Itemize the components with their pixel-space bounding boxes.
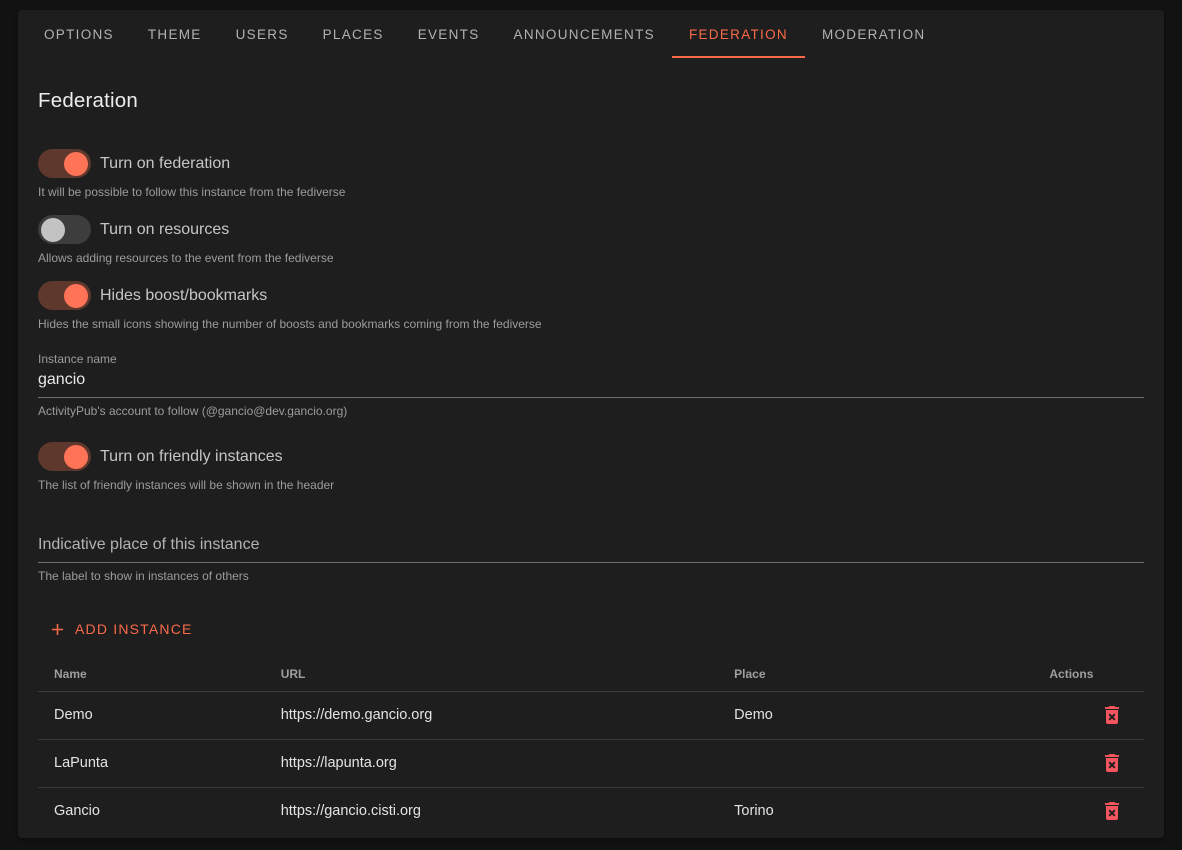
delete-instance-button[interactable] [1096,699,1128,731]
column-header-url: URL [265,657,718,691]
column-header-name: Name [38,657,265,691]
instance-place-field-wrap: The label to show in instances of others [38,530,1144,583]
hide-boosts-toggle[interactable] [38,281,91,310]
column-header-actions: Actions [1033,657,1144,691]
instance-name-field-wrap: Instance name ActivityPub's account to f… [38,352,1144,418]
federation-toggle-label[interactable]: Turn on federation [100,155,230,173]
admin-tabs: OPTIONS THEME USERS PLACES EVENTS ANNOUN… [18,10,1164,58]
delete-forever-icon [1100,751,1124,775]
federation-panel: Federation Turn on federation It will be… [18,89,1164,835]
instance-url-cell: https://lapunta.org [265,739,718,787]
hide-boosts-toggle-hint: Hides the small icons showing the number… [38,317,1144,331]
delete-instance-button[interactable] [1096,795,1128,827]
tab-events[interactable]: EVENTS [401,10,497,58]
instance-place-hint: The label to show in instances of others [38,569,1144,583]
tab-options[interactable]: OPTIONS [27,10,131,58]
tab-moderation[interactable]: MODERATION [805,10,943,58]
toggle-knob [64,152,88,176]
plus-icon [48,620,67,639]
table-row: LaPunta https://lapunta.org [38,739,1144,787]
hide-boosts-toggle-label[interactable]: Hides boost/bookmarks [100,287,267,305]
delete-forever-icon [1100,703,1124,727]
instance-name-hint: ActivityPub's account to follow (@gancio… [38,404,1144,418]
federation-toggle[interactable] [38,149,91,178]
resources-toggle[interactable] [38,215,91,244]
instance-name-cell: Demo [38,691,265,739]
instance-name-input[interactable] [38,369,1144,398]
instance-place-cell: Torino [718,787,1033,835]
instance-place-cell: Demo [718,691,1033,739]
page-title: Federation [38,89,1144,113]
resources-toggle-hint: Allows adding resources to the event fro… [38,251,1144,265]
add-instance-button[interactable]: ADD INSTANCE [38,611,203,647]
toggle-knob [64,284,88,308]
trusted-instances-table: Name URL Place Actions Demo https://demo… [38,657,1144,835]
tab-federation[interactable]: FEDERATION [672,10,805,58]
toggle-knob [64,445,88,469]
tab-theme[interactable]: THEME [131,10,219,58]
tab-users[interactable]: USERS [219,10,306,58]
setting-resources: Turn on resources Allows adding resource… [38,215,1144,265]
admin-panel-card: OPTIONS THEME USERS PLACES EVENTS ANNOUN… [18,10,1164,838]
instance-url-cell: https://demo.gancio.org [265,691,718,739]
table-row: Demo https://demo.gancio.org Demo [38,691,1144,739]
federation-toggle-hint: It will be possible to follow this insta… [38,185,1144,199]
toggle-knob [41,218,65,242]
table-header-row: Name URL Place Actions [38,657,1144,691]
instance-name-label: Instance name [38,352,1144,366]
delete-instance-button[interactable] [1096,747,1128,779]
instance-url-cell: https://gancio.cisti.org [265,787,718,835]
friendly-instances-toggle-label[interactable]: Turn on friendly instances [100,448,283,466]
instance-name-cell: LaPunta [38,739,265,787]
tab-announcements[interactable]: ANNOUNCEMENTS [497,10,672,58]
resources-toggle-label[interactable]: Turn on resources [100,221,229,239]
table-row: Gancio https://gancio.cisti.org Torino [38,787,1144,835]
setting-hide-boosts: Hides boost/bookmarks Hides the small ic… [38,281,1144,331]
instance-place-cell [718,739,1033,787]
delete-forever-icon [1100,799,1124,823]
setting-federation: Turn on federation It will be possible t… [38,149,1144,199]
setting-friendly-instances: Turn on friendly instances The list of f… [38,442,1144,492]
friendly-instances-toggle-hint: The list of friendly instances will be s… [38,478,1144,492]
tab-places[interactable]: PLACES [306,10,401,58]
column-header-place: Place [718,657,1033,691]
add-instance-button-label: ADD INSTANCE [75,621,193,637]
friendly-instances-toggle[interactable] [38,442,91,471]
instance-name-cell: Gancio [38,787,265,835]
instance-place-input[interactable] [38,530,1144,563]
